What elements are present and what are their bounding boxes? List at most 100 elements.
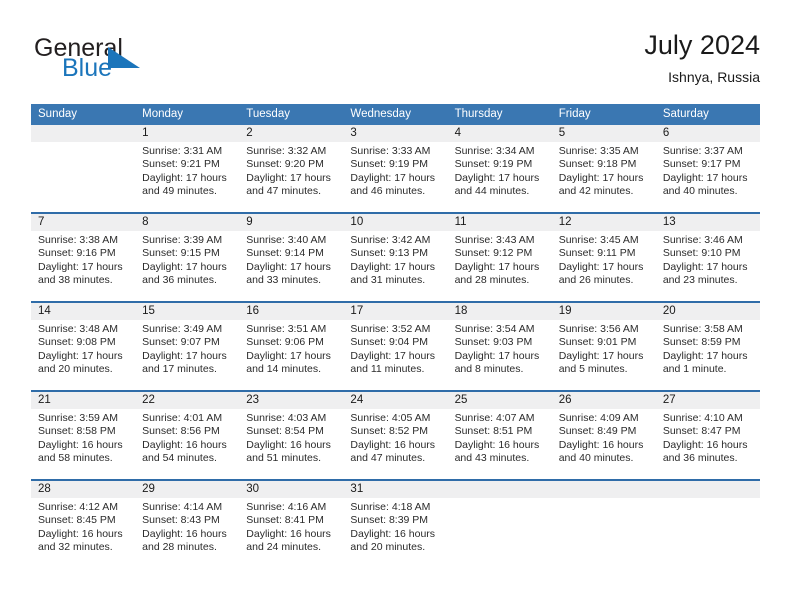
day-detail-line: Sunrise: 4:16 AM [246, 501, 327, 513]
day-number[interactable]: 7 [31, 214, 135, 231]
day-cell[interactable]: Sunrise: 3:58 AM Sunset: 8:59 PM Daylight:… [656, 320, 760, 378]
day-number-band: 14 15 16 17 18 19 20 [31, 303, 760, 320]
week-spacer [31, 200, 760, 212]
day-cell[interactable]: Sunrise: 3:51 AM Sunset: 9:06 PM Daylight:… [239, 320, 343, 378]
day-cell[interactable]: Sunrise: 3:43 AM Sunset: 9:12 PM Daylight:… [448, 231, 552, 289]
day-number[interactable]: 28 [31, 481, 135, 498]
day-cell[interactable]: Sunrise: 3:34 AM Sunset: 9:19 PM Daylight:… [448, 142, 552, 200]
day-detail-line: Sunset: 8:58 PM [38, 425, 116, 438]
day-number[interactable]: 31 [343, 481, 447, 498]
day-number[interactable]: 18 [448, 303, 552, 320]
weekday-header-monday: Monday [142, 108, 184, 120]
calendar-week-row: 21 22 23 24 25 26 27 Sunrise: 3:59 AM Sunset: 8:… [31, 390, 760, 467]
day-detail-line: Daylight: 16 hours [350, 438, 436, 451]
day-cell[interactable]: Sunrise: 4:14 AM Sunset: 8:43 PM Daylight:… [135, 498, 239, 556]
day-number[interactable]: 8 [135, 214, 239, 231]
day-cell[interactable]: Sunrise: 3:32 AM Sunset: 9:20 PM Daylight:… [239, 142, 343, 200]
day-detail-line: Sunrise: 3:49 AM [142, 323, 223, 335]
day-detail-line: Sunset: 9:11 PM [558, 247, 636, 260]
day-number[interactable]: 23 [239, 392, 343, 409]
day-cell[interactable]: Sunrise: 4:12 AM Sunset: 8:45 PM Daylight:… [31, 498, 135, 556]
day-detail-line: and 51 minutes. [246, 452, 321, 465]
day-detail-line: Sunrise: 4:10 AM [662, 412, 743, 424]
day-number[interactable]: 22 [135, 392, 239, 409]
day-cell[interactable]: Sunrise: 3:39 AM Sunset: 9:15 PM Daylight:… [135, 231, 239, 289]
day-number[interactable]: 14 [31, 303, 135, 320]
day-cell[interactable]: Sunrise: 3:49 AM Sunset: 9:07 PM Daylight:… [135, 320, 239, 378]
day-detail-line: Sunset: 8:52 PM [350, 425, 429, 438]
day-number[interactable]: 11 [448, 214, 552, 231]
day-number[interactable]: 30 [239, 481, 343, 498]
day-cell[interactable]: Sunrise: 3:54 AM Sunset: 9:03 PM Daylight:… [448, 320, 552, 378]
day-cell-empty [552, 498, 656, 556]
day-detail-line: and 20 minutes. [350, 541, 426, 554]
day-cell[interactable]: Sunrise: 3:35 AM Sunset: 9:18 PM Daylight:… [552, 142, 656, 200]
day-cell[interactable]: Sunrise: 3:33 AM Sunset: 9:19 PM Daylight:… [343, 142, 447, 200]
day-cell[interactable]: Sunrise: 3:31 AM Sunset: 9:21 PM Daylight:… [135, 142, 239, 200]
day-detail-line: Sunset: 8:45 PM [38, 514, 116, 527]
day-number[interactable]: 27 [656, 392, 760, 409]
day-detail-line: Sunset: 9:10 PM [662, 247, 741, 260]
day-number[interactable]: 15 [135, 303, 239, 320]
day-cell[interactable]: Sunrise: 3:52 AM Sunset: 9:04 PM Daylight:… [343, 320, 447, 378]
day-number[interactable]: 16 [239, 303, 343, 320]
day-cell[interactable]: Sunrise: 3:38 AM Sunset: 9:16 PM Daylight:… [31, 231, 135, 289]
day-number[interactable]: 1 [135, 125, 239, 142]
day-detail-line: and 26 minutes. [558, 274, 634, 287]
day-number[interactable]: 13 [656, 214, 760, 231]
day-number[interactable]: 21 [31, 392, 135, 409]
day-cell[interactable]: Sunrise: 4:01 AM Sunset: 8:56 PM Daylight:… [135, 409, 239, 467]
day-number[interactable]: 3 [343, 125, 447, 142]
day-detail-line: and 36 minutes. [142, 274, 217, 287]
day-number[interactable]: 17 [343, 303, 447, 320]
day-detail-line: Sunset: 9:04 PM [350, 336, 429, 349]
day-cell[interactable]: Sunrise: 4:10 AM Sunset: 8:47 PM Daylight:… [656, 409, 760, 467]
day-number[interactable]: 20 [656, 303, 760, 320]
day-cell[interactable]: Sunrise: 4:18 AM Sunset: 8:39 PM Daylight:… [343, 498, 447, 556]
day-cell[interactable]: Sunrise: 4:07 AM Sunset: 8:51 PM Daylight:… [448, 409, 552, 467]
day-detail-line: and 28 minutes. [142, 541, 217, 554]
day-details-band: Sunrise: 3:38 AM Sunset: 9:16 PM Daylight:… [31, 231, 760, 289]
day-detail-line: Sunrise: 4:12 AM [38, 501, 118, 513]
day-cell[interactable]: Sunrise: 3:37 AM Sunset: 9:17 PM Daylight:… [656, 142, 760, 200]
day-cell[interactable]: Sunrise: 3:46 AM Sunset: 9:10 PM Daylight:… [656, 231, 760, 289]
week-spacer [31, 289, 760, 301]
day-cell[interactable]: Sunrise: 3:40 AM Sunset: 9:14 PM Daylight:… [239, 231, 343, 289]
day-detail-line: and 20 minutes. [38, 363, 113, 376]
brand-name-blue: Blue [62, 54, 113, 82]
day-number[interactable]: 10 [343, 214, 447, 231]
day-cell[interactable]: Sunrise: 3:42 AM Sunset: 9:13 PM Daylight:… [343, 231, 447, 289]
day-detail-line: Daylight: 16 hours [558, 438, 644, 451]
day-cell[interactable]: Sunrise: 4:16 AM Sunset: 8:41 PM Daylight:… [239, 498, 343, 556]
day-cell[interactable]: Sunrise: 3:48 AM Sunset: 9:08 PM Daylight:… [31, 320, 135, 378]
day-number[interactable]: 19 [552, 303, 656, 320]
day-cell[interactable]: Sunrise: 3:56 AM Sunset: 9:01 PM Daylight:… [552, 320, 656, 378]
day-number[interactable]: 24 [343, 392, 447, 409]
day-number-empty [656, 481, 760, 498]
day-cell[interactable]: Sunrise: 3:45 AM Sunset: 9:11 PM Daylight:… [552, 231, 656, 289]
day-detail-line: Sunrise: 3:31 AM [142, 145, 223, 157]
day-number[interactable]: 2 [239, 125, 343, 142]
day-detail-line: Sunrise: 3:54 AM [454, 323, 535, 335]
day-cell[interactable]: Sunrise: 3:59 AM Sunset: 8:58 PM Daylight:… [31, 409, 135, 467]
day-detail-line: Sunset: 8:43 PM [142, 514, 220, 527]
day-number[interactable]: 26 [552, 392, 656, 409]
day-detail-line: Daylight: 17 hours [662, 349, 748, 362]
day-cell[interactable]: Sunrise: 4:05 AM Sunset: 8:52 PM Daylight:… [343, 409, 447, 467]
calendar-week-row: 14 15 16 17 18 19 20 Sunrise: 3:48 AM Sunset: 9:… [31, 301, 760, 378]
day-detail-line: Daylight: 17 hours [558, 260, 644, 273]
day-detail-line: and 40 minutes. [558, 452, 634, 465]
day-details-band: Sunrise: 3:31 AM Sunset: 9:21 PM Daylight:… [31, 142, 760, 200]
day-detail-line: Daylight: 17 hours [246, 349, 331, 362]
day-cell[interactable]: Sunrise: 4:03 AM Sunset: 8:54 PM Daylight:… [239, 409, 343, 467]
day-number[interactable]: 4 [448, 125, 552, 142]
day-number[interactable]: 5 [552, 125, 656, 142]
day-number[interactable]: 25 [448, 392, 552, 409]
brand-logo: General Blue [32, 34, 252, 92]
day-number[interactable]: 29 [135, 481, 239, 498]
day-number[interactable]: 12 [552, 214, 656, 231]
day-detail-line: and 8 minutes. [454, 363, 524, 376]
day-cell[interactable]: Sunrise: 4:09 AM Sunset: 8:49 PM Daylight:… [552, 409, 656, 467]
day-number[interactable]: 9 [239, 214, 343, 231]
day-number[interactable]: 6 [656, 125, 760, 142]
